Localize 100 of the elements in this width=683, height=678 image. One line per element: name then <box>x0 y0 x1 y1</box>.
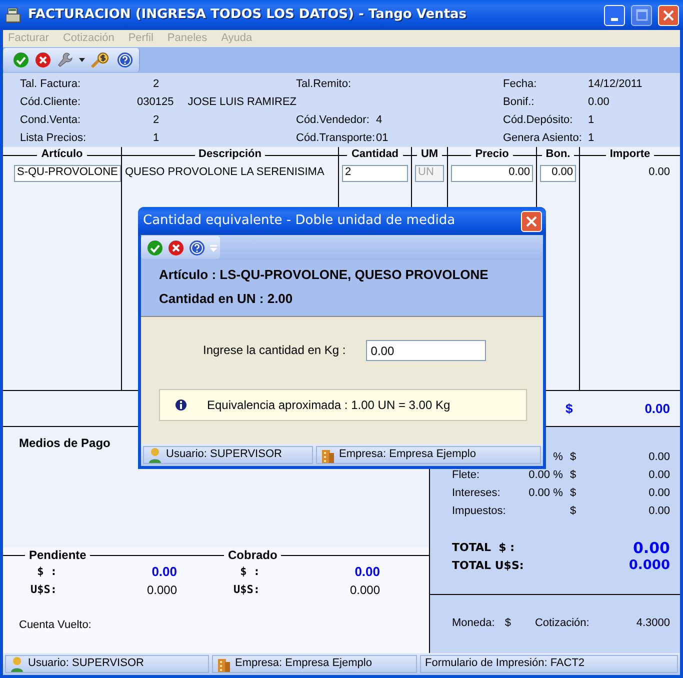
field-label: Ingrese la cantidad en Kg : <box>203 343 346 358</box>
amount-value: 0.00 <box>354 564 380 580</box>
article-text: Artículo : LS-QU-PROVOLONE, QUESO PROVOLONE <box>159 267 490 283</box>
dialog-title: Cantidad equivalente - Doble unidad de medida <box>143 213 456 229</box>
amount-value: 0.00 <box>150 564 177 580</box>
column-header: Descripción <box>198 148 262 162</box>
column-header: UM <box>420 148 440 162</box>
wrench-icon[interactable] <box>57 52 73 68</box>
cancel-icon[interactable] <box>168 240 184 256</box>
column-header: Artículo <box>40 148 84 162</box>
info-icon <box>175 399 187 411</box>
maximize-icon <box>636 9 648 21</box>
customer-name: JOSE LUIS RAMIREZ <box>188 96 297 110</box>
help-icon[interactable] <box>117 52 133 68</box>
grid-input-field: UN <box>415 164 444 182</box>
minimize-button[interactable] <box>604 4 625 26</box>
minimize-icon <box>611 18 618 20</box>
field-value: 0.00 <box>588 96 610 110</box>
field-label: Cód.Depósito: <box>503 114 574 128</box>
status-text: Usuario: SUPERVISOR <box>28 657 144 671</box>
total-label: TOTAL U$S: <box>452 559 524 573</box>
grid-input-field[interactable]: 2 <box>342 164 408 182</box>
amount-value: 0.00 <box>648 451 670 465</box>
currency-symbol: $ <box>568 469 578 483</box>
maximize-button[interactable] <box>631 4 652 26</box>
cancel-icon[interactable] <box>35 52 51 68</box>
status-text: Usuario: SUPERVISOR <box>166 448 282 462</box>
currency-symbol: $ <box>568 487 578 501</box>
field-label: Intereses: <box>452 487 502 501</box>
close-button[interactable] <box>521 210 542 232</box>
grid-cell: QUESO PROVOLONE LA SERENISIMA <box>125 166 324 180</box>
percent-sign: % <box>552 469 564 483</box>
percent-value: 0.00 <box>528 469 550 483</box>
field-value: 1 <box>152 132 160 146</box>
amount-value: 0.000 <box>348 582 380 598</box>
field-label: Genera Asiento: <box>503 132 583 146</box>
field-label: Tal.Remito: <box>296 78 352 92</box>
status-text: Empresa: Empresa Ejemplo <box>339 448 476 462</box>
grid-input-field[interactable]: 0.00 <box>540 164 576 182</box>
field-value: 01 <box>376 132 390 146</box>
group-title: Cobrado <box>227 548 278 562</box>
percent-sign: % <box>552 451 564 465</box>
currency-symbol: $ <box>504 617 511 631</box>
info-text: Equivalencia aproximada : 1.00 UN = 3.00 Kg <box>207 398 450 412</box>
confirm-icon[interactable] <box>13 52 29 68</box>
field-label: Cód.Vendedor: <box>296 114 370 128</box>
field-label: Cód.Transporte: <box>296 132 376 146</box>
window-title: FACTURACION (INGRESA TODOS LOS DATOS) - Tango Ventas <box>28 7 468 23</box>
caret-icon[interactable] <box>79 58 85 62</box>
exchange-rate: 4.3000 <box>636 617 670 631</box>
field-label: Tal. Factura: <box>20 78 82 92</box>
field-value: 030125 <box>137 96 174 110</box>
field-label: Flete: <box>452 469 481 483</box>
building-icon <box>217 656 231 672</box>
currency-label: U$S: <box>232 583 260 597</box>
field-label: Cotización: <box>534 617 590 631</box>
user-icon <box>148 447 162 463</box>
column-header: Precio <box>474 148 510 162</box>
currency-symbol: $ <box>565 400 573 416</box>
field-value: 2 <box>152 114 160 128</box>
status-text: Empresa: Empresa Ejemplo <box>235 657 372 671</box>
close-button[interactable] <box>658 4 679 26</box>
amount-value: 0.00 <box>648 487 670 501</box>
grid-input-field[interactable]: S-QU-PROVOLONE <box>14 164 121 182</box>
field-value: 1 <box>588 114 594 128</box>
field-label: Cód.Cliente: <box>20 96 82 110</box>
currency-label: $ : <box>239 565 260 579</box>
column-header: Bon. <box>544 148 572 162</box>
currency-label: $ : <box>36 565 57 579</box>
column-header: Importe <box>608 148 652 162</box>
field-label: Lista Precios: <box>20 132 88 146</box>
column-header: Cantidad <box>350 148 400 162</box>
status-text: Formulario de Impresión: FACT2 <box>425 657 585 671</box>
field-value: 4 <box>376 114 384 128</box>
cash-register-icon <box>4 6 22 24</box>
quantity-input[interactable]: 0.00 <box>366 340 486 361</box>
help-icon[interactable] <box>189 240 205 256</box>
field-value: 1 <box>588 132 594 146</box>
field-label: Bonif.: <box>503 96 536 110</box>
grid-cell: 0.00 <box>648 166 670 180</box>
amount-value: 0.00 <box>648 505 670 519</box>
field-value: 14/12/2011 <box>588 78 642 92</box>
group-title: Pendiente <box>28 548 88 562</box>
grid-input-field[interactable]: 0.00 <box>451 164 533 182</box>
field-label: Cuenta Vuelto: <box>19 619 92 631</box>
key-dollar-icon[interactable] <box>91 52 111 68</box>
close-icon <box>663 10 674 20</box>
currency-symbol: $ <box>568 451 578 465</box>
currency-label: U$S: <box>30 583 57 597</box>
quantity-text: Cantidad en UN : 2.00 <box>159 290 294 306</box>
currency-symbol: $ <box>568 505 578 519</box>
field-label: Moneda: <box>452 617 495 631</box>
field-label: Cond.Venta: <box>20 114 82 128</box>
subtotal-value: 0.00 <box>644 400 670 416</box>
percent-sign: % <box>552 487 564 501</box>
building-icon <box>321 447 335 463</box>
confirm-icon[interactable] <box>147 240 163 256</box>
amount-value: 0.000 <box>146 582 177 598</box>
field-label: Impuestos: <box>452 505 504 519</box>
user-icon <box>10 656 24 672</box>
